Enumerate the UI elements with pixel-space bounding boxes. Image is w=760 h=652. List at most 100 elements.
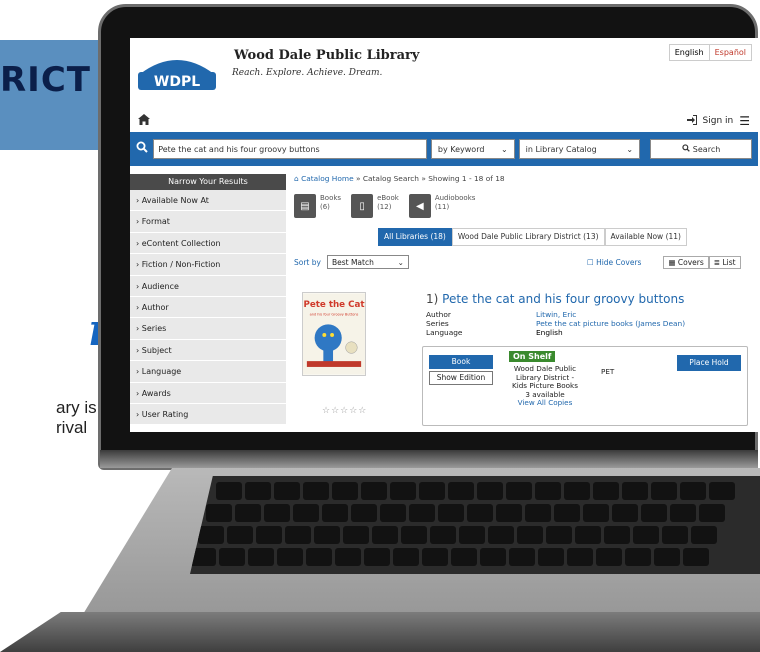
hide-covers-label: Hide Covers [596, 257, 642, 267]
key [506, 482, 532, 500]
meta-language-key: Language [426, 328, 463, 337]
search-scope-select[interactable]: in Library Catalog ⌄ [518, 139, 641, 159]
library-tabs: All Libraries (18) Wood Dale Public Libr… [378, 228, 756, 246]
format-books[interactable]: ▤ Books (6) [294, 194, 341, 218]
format-ebook[interactable]: ▯ eBook (12) [351, 194, 399, 218]
search-by-value: by Keyword [437, 144, 485, 154]
search-input[interactable]: Pete the cat and his four groovy buttons [153, 139, 427, 159]
key [343, 526, 369, 544]
key-row [190, 548, 709, 566]
key [248, 548, 274, 566]
key [683, 548, 709, 566]
hide-covers-toggle[interactable]: ☐ Hide Covers [587, 258, 641, 267]
key [593, 482, 619, 500]
sort-select[interactable]: Best Match ⌄ [326, 255, 409, 269]
result-title[interactable]: 1) Pete the cat and his four groovy butt… [426, 292, 684, 306]
availability-box: Book Show Edition On Shelf Wood Dale Pub… [422, 346, 748, 426]
sidebar-item-format[interactable]: › Format [130, 211, 286, 233]
key [525, 504, 551, 522]
key [430, 526, 456, 544]
meta-series-row: Series Pete the cat picture books (James … [426, 319, 685, 328]
wdpl-logo[interactable]: WDPL [136, 50, 218, 94]
sidebar-item-language[interactable]: › Language [130, 361, 286, 383]
place-hold-button[interactable]: Place Hold [677, 355, 741, 371]
top-nav: Sign in ☰ [130, 110, 758, 132]
search-button[interactable]: Search [650, 139, 752, 159]
meta-language-row: Language English [426, 328, 685, 337]
results-main: ⌂ Catalog Home » Catalog Search » Showin… [294, 174, 756, 426]
key [496, 504, 522, 522]
sidebar-item-user-rating[interactable]: › User Rating [130, 403, 286, 426]
meta-author-row: Author Litwin, Eric [426, 310, 685, 319]
format-audiobooks-count: (11) [434, 203, 450, 211]
key [332, 482, 358, 500]
key [535, 482, 561, 500]
laptop-keyboard [190, 476, 760, 574]
tab-district[interactable]: Wood Dale Public Library District (13) [451, 228, 605, 246]
cover-title: Pete the Cat [303, 300, 364, 310]
sign-in-icon[interactable] [686, 114, 697, 128]
key [422, 548, 448, 566]
sidebar-item-author[interactable]: › Author [130, 296, 286, 319]
meta-series-link[interactable]: Pete the cat picture books (James Dean) [536, 319, 685, 328]
key [709, 482, 735, 500]
key [256, 526, 282, 544]
view-toggle: ▦ Covers ≣ List [663, 255, 741, 269]
meta-language-value: English [536, 328, 563, 337]
key [583, 504, 609, 522]
show-edition-button[interactable]: Show Edition [429, 371, 493, 385]
language-switcher: English Español [668, 44, 752, 61]
key [274, 482, 300, 500]
sidebar-item-awards[interactable]: › Awards [130, 382, 286, 404]
format-book-button[interactable]: Book [429, 355, 493, 369]
lang-espanol-link[interactable]: Español [708, 45, 751, 60]
covers-view-label: Covers [677, 257, 704, 267]
sidebar-item-series[interactable]: › Series [130, 318, 286, 340]
key [477, 482, 503, 500]
call-number: PET [601, 367, 615, 376]
sign-in-link[interactable]: Sign in [703, 116, 734, 126]
format-books-count: (6) [320, 203, 330, 211]
key-row [216, 482, 735, 500]
list-view-label: List [722, 257, 736, 267]
breadcrumb-home-icon[interactable]: ⌂ [294, 174, 299, 183]
library-tagline: Reach. Explore. Achieve. Dream. [232, 68, 383, 78]
key [235, 504, 261, 522]
key [393, 548, 419, 566]
result-meta: Author Litwin, Eric Series Pete the cat pi… [426, 310, 685, 337]
key [219, 548, 245, 566]
search-by-select[interactable]: by Keyword ⌄ [430, 139, 515, 159]
covers-view-button[interactable]: ▦ Covers [663, 255, 709, 269]
format-audiobooks[interactable]: ◀ Audiobooks (11) [408, 194, 475, 218]
view-all-copies-link[interactable]: View All Copies [505, 399, 585, 408]
breadcrumb-catalog-home[interactable]: Catalog Home [301, 174, 354, 183]
meta-author-link[interactable]: Litwin, Eric [536, 310, 576, 319]
cover-subtitle: and his four Groovy Buttons [310, 313, 359, 317]
logo-text: WDPL [154, 74, 200, 90]
ebook-icon: ▯ [351, 194, 374, 218]
key [409, 504, 435, 522]
lang-english-link[interactable]: English [670, 45, 709, 60]
sidebar-item-audience[interactable]: › Audience [130, 275, 286, 297]
search-scope-value: in Library Catalog [525, 144, 597, 154]
key [419, 482, 445, 500]
sidebar-item-fiction[interactable]: › Fiction / Non-Fiction [130, 254, 286, 276]
list-view-button[interactable]: ≣ List [708, 255, 741, 269]
tab-all-libraries[interactable]: All Libraries (18) [378, 228, 452, 246]
book-cover-image[interactable]: Pete the Cat and his four Groovy Buttons [302, 292, 366, 376]
hamburger-icon[interactable]: ☰ [739, 114, 750, 128]
sidebar-item-econtent[interactable]: › eContent Collection [130, 232, 286, 255]
result-title-text[interactable]: Pete the cat and his four groovy buttons [442, 292, 684, 306]
breadcrumb-trail: » Catalog Search » Showing 1 - 18 of 18 [353, 174, 505, 183]
tab-available-now[interactable]: Available Now (11) [604, 228, 687, 246]
sidebar-item-subject[interactable]: › Subject [130, 339, 286, 362]
rating-stars[interactable]: ☆☆☆☆☆ [322, 406, 367, 416]
key [401, 526, 427, 544]
key [285, 526, 311, 544]
home-icon[interactable] [138, 114, 150, 128]
key [459, 526, 485, 544]
sort-label: Sort by [294, 257, 321, 267]
key [554, 504, 580, 522]
key [625, 548, 651, 566]
sidebar-item-available-now[interactable]: › Available Now At [130, 190, 286, 212]
